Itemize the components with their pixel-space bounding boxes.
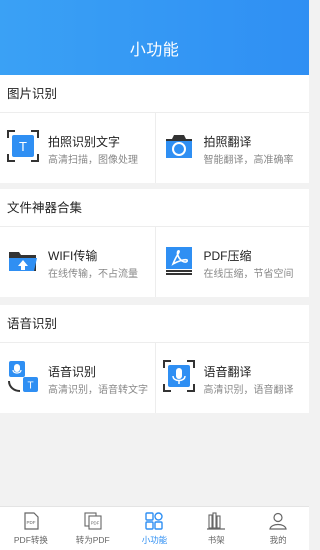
bottom-tab-bar: PDF PDF转换 PDF 转为PDF 小功能 书架 我的 [0, 506, 309, 550]
microphone-icon [162, 360, 195, 392]
feature-pdf-compress[interactable]: PDF压缩 在线压缩，节省空间 [154, 227, 310, 297]
pdf-convert-icon: PDF [84, 512, 102, 530]
section-title: 语音识别 [0, 305, 309, 343]
feature-photo-text-recognition[interactable]: T 拍照识别文字 高清扫描，图像处理 [0, 113, 155, 183]
tab-bookshelf[interactable]: 书架 [185, 507, 247, 550]
header: 小功能 [0, 0, 309, 75]
tab-pdf-convert[interactable]: PDF PDF转换 [0, 507, 62, 550]
bookshelf-icon [207, 512, 226, 530]
feature-name: 拍照翻译 [203, 135, 252, 149]
feature-name: 语音翻译 [203, 365, 252, 379]
feature-desc: 高清识别，语音转文字 [48, 385, 148, 396]
section-image-recognition: 图片识别 T 拍照识别文字 高清扫描，图像处理 拍照翻译 智能翻译，高准确率 [0, 75, 309, 183]
feature-voice-recognition[interactable]: T 语音识别 高清识别，语音转文字 [0, 343, 155, 413]
voice-to-text-icon: T [8, 361, 38, 392]
page-title: 小功能 [129, 42, 180, 59]
tab-small-features[interactable]: 小功能 [124, 507, 186, 550]
feature-voice-translate[interactable]: 语音翻译 高清识别，语音翻译 [154, 343, 310, 413]
tab-label: 书架 [207, 535, 225, 545]
section-voice-recognition: 语音识别 T 语音识别 高清识别，语音转文字 语音翻译 高清识别，语音翻译 [0, 305, 309, 413]
section-title: 图片识别 [0, 75, 309, 113]
feature-name: 语音识别 [48, 365, 97, 379]
feature-desc: 高清扫描，图像处理 [48, 155, 138, 166]
feature-desc: 在线压缩，节省空间 [203, 269, 294, 280]
person-icon [269, 512, 287, 530]
section-file-tools: 文件神器合集 WIFI传输 在线传输，不占流量 PDF压缩 在线压缩，节省空间 [0, 189, 309, 297]
tab-to-pdf[interactable]: PDF 转为PDF [62, 507, 124, 550]
svg-text:PDF: PDF [90, 521, 99, 526]
feature-name: WIFI传输 [48, 249, 98, 263]
tab-mine[interactable]: 我的 [247, 507, 309, 550]
feature-name: PDF压缩 [203, 249, 252, 263]
photo-text-icon: T [7, 130, 39, 162]
feature-desc: 高清识别，语音翻译 [203, 385, 294, 396]
svg-text:PDF: PDF [26, 520, 35, 525]
svg-text:T: T [19, 139, 27, 154]
tab-label: 我的 [269, 535, 287, 545]
folder-upload-icon [9, 252, 37, 271]
tab-label: PDF转换 [13, 535, 48, 545]
feature-desc: 在线传输，不占流量 [48, 269, 138, 280]
feature-wifi-transfer[interactable]: WIFI传输 在线传输，不占流量 [0, 227, 155, 297]
feature-name: 拍照识别文字 [48, 135, 121, 149]
section-title: 文件神器合集 [0, 189, 309, 227]
pdf-document-icon: PDF [24, 512, 39, 530]
pdf-icon [165, 247, 192, 275]
tab-label: 小功能 [141, 535, 168, 545]
grid-icon [145, 512, 164, 530]
feature-desc: 智能翻译，高准确率 [203, 155, 294, 166]
camera-icon [165, 135, 192, 158]
tab-label: 转为PDF [75, 535, 110, 545]
feature-photo-translate[interactable]: 拍照翻译 智能翻译，高准确率 [154, 113, 310, 183]
svg-text:T: T [27, 381, 33, 392]
